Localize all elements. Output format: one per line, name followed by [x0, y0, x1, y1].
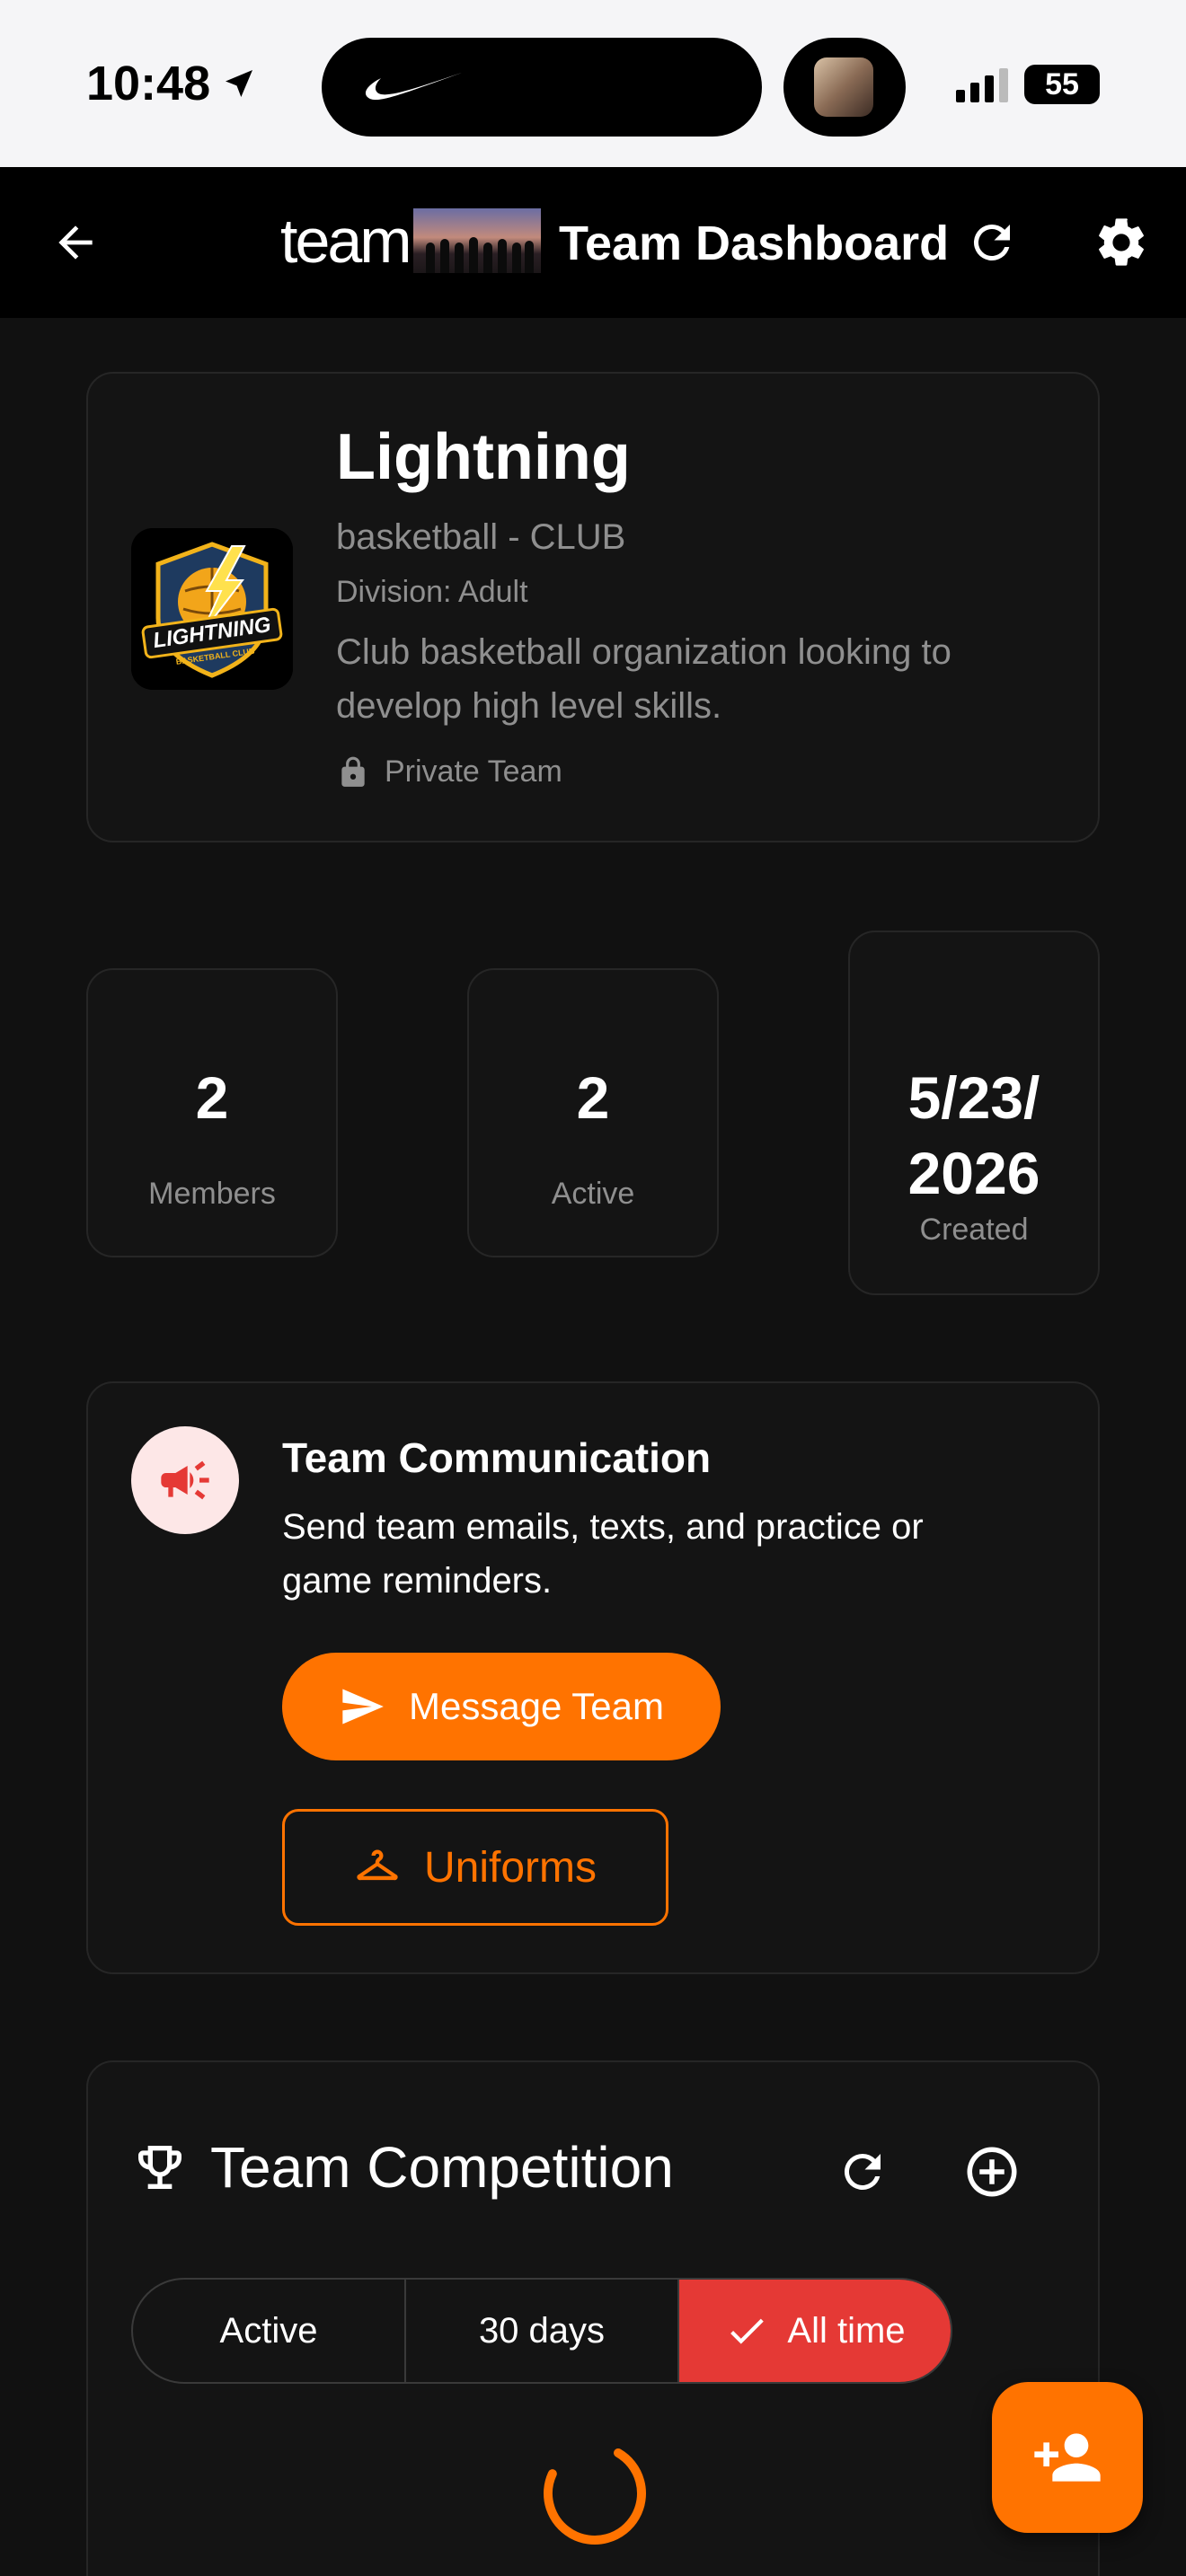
- communication-description: Send team emails, texts, and practice or…: [282, 1507, 924, 1601]
- team-sport: basketball - CLUB: [336, 517, 626, 557]
- refresh-button[interactable]: [956, 207, 1028, 278]
- swoosh-icon: [365, 73, 462, 101]
- uniforms-label: Uniforms: [423, 1843, 597, 1892]
- team-name: Lightning: [336, 421, 631, 493]
- stat-created: 5/23/ 2026 Created: [848, 931, 1100, 1295]
- competition-filter-segmented: Active 30 days All time: [131, 2278, 952, 2384]
- page-title: Team Dashboard: [559, 216, 950, 270]
- team-logo-graphic: LIGHTNING BASKETBALL CLUB: [131, 528, 293, 690]
- stat-created-label: Created: [919, 1213, 1029, 1247]
- status-bar: 10:48 55: [0, 0, 1186, 167]
- communication-title: Team Communication: [282, 1434, 712, 1481]
- team-dashboard-screen: 10:48 55 team Team Dashboard LIGHTNING B…: [0, 0, 1186, 2576]
- megaphone-icon: [161, 1460, 209, 1500]
- filter-30-days-label: 30 days: [478, 2310, 606, 2351]
- stat-members-value: 2: [195, 1064, 229, 1131]
- stat-members: 2 Members: [86, 968, 338, 1257]
- brand-word: team: [280, 206, 412, 276]
- competition-title: Team Competition: [210, 2135, 674, 2200]
- live-activity-thumbnail: [814, 57, 873, 117]
- refresh-icon: [973, 224, 1010, 260]
- competition-add-button[interactable]: [956, 2136, 1028, 2208]
- battery-icon: 55: [1024, 65, 1100, 104]
- dynamic-island: [322, 38, 762, 137]
- team-info-card: LIGHTNING BASKETBALL CLUB Lightning bask…: [86, 372, 1100, 842]
- battery-level: 55: [1045, 66, 1079, 101]
- team-division: Division: Adult: [336, 575, 528, 609]
- status-time-text: 10:48: [86, 57, 211, 110]
- stat-members-label: Members: [148, 1177, 276, 1211]
- team-privacy: Private Team: [336, 754, 562, 790]
- filter-all-time[interactable]: All time: [679, 2280, 951, 2382]
- trophy-icon: [138, 2146, 181, 2189]
- message-team-button[interactable]: Message Team: [282, 1653, 721, 1760]
- filter-30-days[interactable]: 30 days: [406, 2280, 679, 2382]
- message-team-label: Message Team: [408, 1685, 665, 1727]
- loading-spinner: [544, 2442, 646, 2545]
- team-privacy-label: Private Team: [385, 754, 562, 789]
- person-add-icon: [1034, 2433, 1101, 2482]
- gear-icon: [1099, 218, 1144, 266]
- check-icon: [730, 2318, 765, 2344]
- location-arrow-icon: [226, 70, 253, 97]
- filter-active-label: Active: [219, 2310, 318, 2351]
- stat-active: 2 Active: [467, 968, 719, 1257]
- back-button[interactable]: [40, 207, 111, 278]
- status-time: 10:48: [86, 56, 257, 111]
- app-bar: team Team Dashboard: [0, 167, 1186, 318]
- competition-header: Team Competition: [131, 2134, 674, 2201]
- send-icon: [342, 1689, 384, 1725]
- add-member-fab[interactable]: [992, 2382, 1143, 2533]
- stat-created-value-line1: 5/23/: [907, 1064, 1040, 1131]
- add-circle-icon: [967, 2147, 1017, 2197]
- refresh-icon: [844, 2154, 881, 2190]
- signal-icon: [956, 66, 1008, 102]
- stat-created-value-line2: 2026: [907, 1140, 1040, 1206]
- megaphone-icon-badge: [131, 1426, 239, 1534]
- settings-button[interactable]: [1085, 207, 1157, 278]
- status-indicators: 55: [956, 65, 1100, 104]
- arrow-left-icon: [58, 225, 93, 260]
- brand-team-photo: [412, 208, 541, 273]
- team-description: Club basketball organization looking to …: [336, 632, 951, 726]
- team-competition-card: Team Competition Active 30 days All time: [86, 2060, 1100, 2576]
- filter-active[interactable]: Active: [133, 2280, 406, 2382]
- filter-all-time-label: All time: [787, 2310, 906, 2351]
- stat-active-value: 2: [576, 1064, 610, 1131]
- team-logo: LIGHTNING BASKETBALL CLUB: [131, 528, 293, 690]
- lock-icon: [341, 756, 365, 787]
- hanger-icon: [357, 1849, 398, 1881]
- team-communication-card: Team Communication Send team emails, tex…: [86, 1381, 1100, 1974]
- stat-active-label: Active: [551, 1177, 635, 1211]
- uniforms-button[interactable]: Uniforms: [282, 1809, 668, 1926]
- brand-logo: team: [280, 208, 541, 273]
- competition-refresh-button[interactable]: [827, 2136, 898, 2208]
